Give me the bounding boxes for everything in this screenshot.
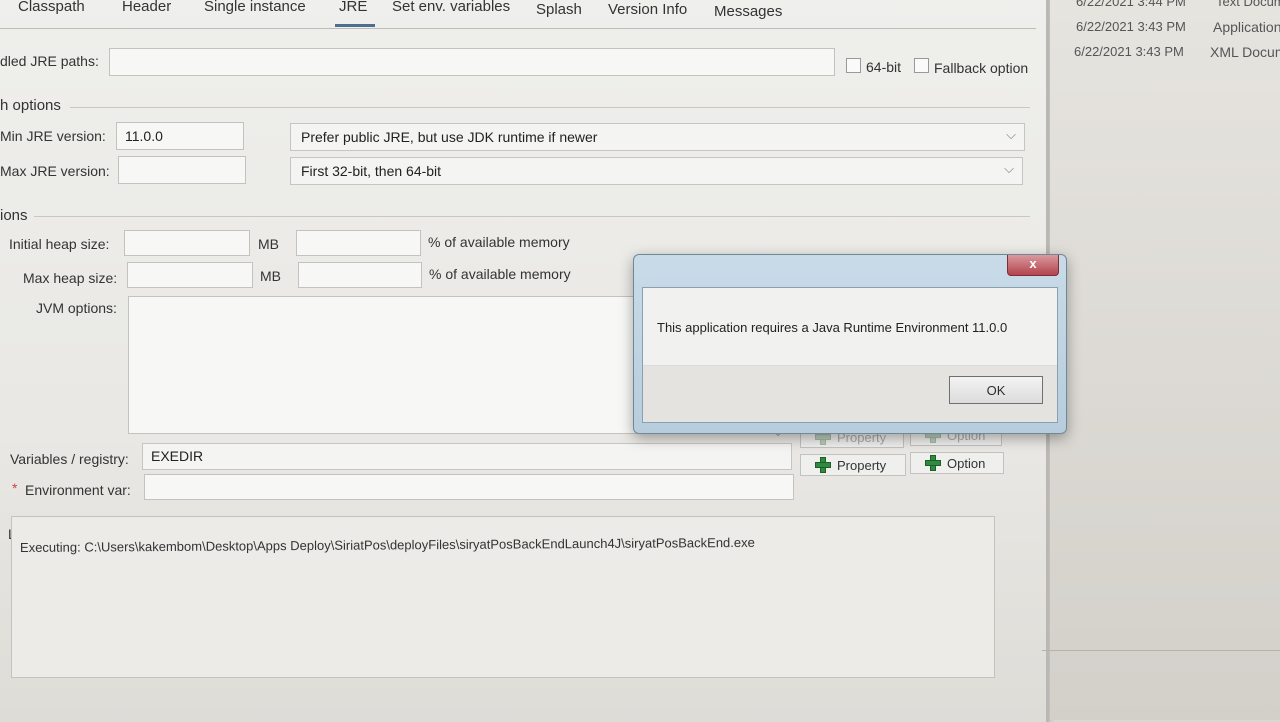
max-heap-label: Max heap size:	[23, 270, 118, 286]
min-jre-version-label: Min JRE version:	[0, 128, 106, 144]
variables-registry-value: EXEDIR	[151, 448, 204, 464]
jvm-options-title: ions	[0, 207, 28, 224]
variables-registry-select[interactable]: EXEDIR ⌵	[142, 424, 792, 470]
environment-var-label: Environment var:	[25, 482, 131, 498]
max-heap-percent-label: % of available memory	[429, 266, 571, 282]
ok-button[interactable]: OK	[949, 376, 1043, 404]
tab-set-env-variables[interactable]: Set env. variables	[392, 0, 510, 15]
divider	[1042, 650, 1280, 651]
initial-heap-mb-unit: MB	[258, 236, 279, 252]
jdk-preference-select[interactable]: Prefer public JRE, but use JDK runtime i…	[290, 123, 1025, 151]
jre-error-dialog: x This application requires a Java Runti…	[633, 254, 1067, 434]
max-jre-version-label: Max JRE version:	[0, 163, 110, 179]
64bit-checkbox[interactable]	[846, 58, 861, 73]
tab-header[interactable]: Header	[122, 0, 171, 15]
chevron-down-icon: ⌵	[1004, 161, 1014, 176]
tab-splash[interactable]: Splash	[536, 1, 582, 18]
tab-version-info[interactable]: Version Info	[608, 1, 687, 18]
file-row-type: Text Docum	[1216, 0, 1280, 9]
initial-heap-mb-input[interactable]	[124, 230, 250, 256]
max-heap-percent-input[interactable]	[298, 262, 422, 288]
dialog-footer: OK	[643, 365, 1057, 422]
tab-bar: Classpath Header Single instance JRE Set…	[0, 0, 1036, 29]
runtime-bits-value: First 32-bit, then 64-bit	[301, 163, 442, 179]
tab-jre[interactable]: JRE	[334, 0, 376, 27]
log-text: Executing: C:\Users\kakembom\Desktop\App…	[19, 534, 755, 555]
dialog-message: This application requires a Java Runtime…	[657, 320, 1008, 335]
initial-heap-percent-label: % of available memory	[428, 234, 570, 250]
file-explorer-panel: 6/22/2021 3:44 PM Text Docum 6/22/2021 3…	[1042, 0, 1280, 720]
group-divider	[34, 216, 1030, 217]
max-jre-version-input[interactable]	[118, 156, 246, 184]
plus-icon	[925, 455, 941, 471]
file-row-date: 6/22/2021 3:44 PM	[1076, 0, 1186, 9]
plus-icon	[815, 457, 831, 473]
64bit-label: 64-bit	[866, 59, 902, 75]
file-row-date: 6/22/2021 3:43 PM	[1076, 19, 1186, 34]
add-option-button[interactable]: Option	[910, 452, 1004, 474]
jdk-preference-value: Prefer public JRE, but use JDK runtime i…	[301, 129, 598, 145]
group-divider	[70, 107, 1030, 108]
initial-heap-label: Initial heap size:	[9, 236, 110, 252]
bundled-jre-paths-input[interactable]	[109, 48, 835, 76]
file-row-date: 6/22/2021 3:43 PM	[1074, 44, 1184, 59]
file-row-type: XML Docum	[1210, 44, 1280, 60]
chevron-down-icon: ⌵	[1006, 127, 1016, 142]
tab-single-instance[interactable]: Single instance	[204, 0, 306, 15]
log-panel: Executing: C:\Users\kakembom\Desktop\App…	[11, 516, 995, 678]
bundled-jre-paths-label: dled JRE paths:	[0, 53, 99, 69]
required-marker: *	[12, 480, 18, 496]
environment-var-input[interactable]	[144, 474, 794, 500]
min-jre-version-input[interactable]	[116, 122, 244, 150]
runtime-bits-select[interactable]: First 32-bit, then 64-bit ⌵	[290, 157, 1023, 185]
max-heap-mb-unit: MB	[260, 268, 281, 284]
tab-classpath[interactable]: Classpath	[18, 0, 85, 15]
add-property-button[interactable]: Property	[800, 454, 906, 476]
dialog-body: This application requires a Java Runtime…	[642, 287, 1058, 423]
tab-messages[interactable]: Messages	[714, 3, 782, 20]
search-options-title: h options	[0, 97, 61, 114]
close-button[interactable]: x	[1007, 255, 1059, 276]
fallback-option-label: Fallback option	[934, 60, 1029, 76]
close-icon: x	[1029, 256, 1037, 271]
fallback-option-checkbox[interactable]	[914, 58, 929, 73]
jvm-options-label: JVM options:	[36, 300, 117, 316]
initial-heap-percent-input[interactable]	[296, 230, 421, 256]
variables-registry-label: Variables / registry:	[10, 451, 129, 467]
file-row-type: Application	[1213, 19, 1280, 35]
max-heap-mb-input[interactable]	[127, 262, 253, 288]
